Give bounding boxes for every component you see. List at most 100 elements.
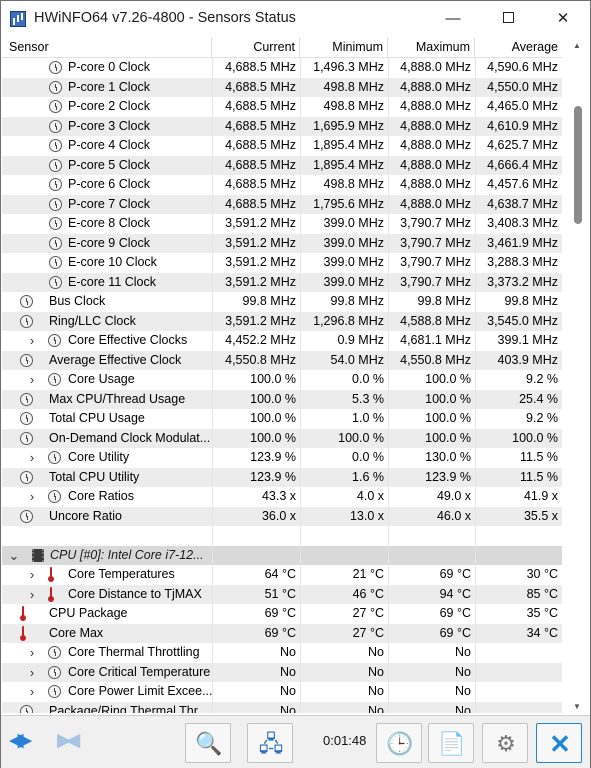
column-header-maximum[interactable]: Maximum <box>388 38 475 58</box>
expand-chevron-icon[interactable]: › <box>26 663 38 683</box>
average-value-cell: 4,638.7 MHz <box>475 194 562 214</box>
maximum-value-cell: 46.0 x <box>388 506 475 526</box>
maximize-button[interactable] <box>485 1 531 37</box>
clock-icon <box>49 139 62 152</box>
sensor-row[interactable]: P-core 0 Clock 4,688.5 MHz 1,496.3 MHz 4,88… <box>2 58 562 78</box>
sensor-row[interactable]: › Core Temperatures 64 °C 21 °C 69 °C 30 °C <box>2 565 562 585</box>
expand-chevron-icon[interactable]: › <box>26 643 38 663</box>
sensor-label: Core Distance to TjMAX <box>68 586 202 601</box>
column-header-average[interactable]: Average <box>475 38 562 58</box>
collapse-columns-icon[interactable]: ▶◀ <box>57 730 80 752</box>
average-value-cell: 4,625.7 MHz <box>475 136 562 156</box>
clock-icon <box>20 704 33 713</box>
sensor-name-cell: Core Max <box>2 624 212 644</box>
sensor-row[interactable]: Uncore Ratio 36.0 x 13.0 x 46.0 x 35.5 x <box>2 506 562 526</box>
sensor-label: P-core 1 Clock <box>68 79 150 94</box>
column-header-sensor[interactable]: Sensor <box>2 38 212 58</box>
sensor-row[interactable]: Bus Clock 99.8 MHz 99.8 MHz 99.8 MHz 99.8 MH… <box>2 292 562 312</box>
sensor-row[interactable]: P-core 1 Clock 4,688.5 MHz 498.8 MHz 4,888.… <box>2 77 562 97</box>
sensor-row[interactable]: CPU Package 69 °C 27 °C 69 °C 35 °C <box>2 604 562 624</box>
sensor-group-row[interactable]: ⌄ CPU [#0]: Intel Core i7-12... <box>2 545 562 566</box>
expand-chevron-icon[interactable]: › <box>26 682 38 702</box>
close-icon: ✕ <box>549 729 571 759</box>
scroll-up-arrow-icon[interactable]: ▲ <box>573 41 581 50</box>
maximum-value-cell: No <box>388 701 475 713</box>
sensor-row[interactable]: Max CPU/Thread Usage 100.0 % 5.3 % 100.0 % 2… <box>2 389 562 409</box>
clock-icon <box>49 100 62 113</box>
minimize-button[interactable]: — <box>430 1 476 37</box>
sensor-row[interactable]: P-core 6 Clock 4,688.5 MHz 498.8 MHz 4,888.… <box>2 175 562 195</box>
sensor-row[interactable]: › Core Utility 123.9 % 0.0 % 130.0 % 11.5 % <box>2 448 562 468</box>
sensor-name-cell: Total CPU Usage <box>2 409 212 429</box>
sensor-label: Ring/LLC Clock <box>49 313 136 328</box>
sensor-row[interactable]: P-core 4 Clock 4,688.5 MHz 1,895.4 MHz 4,88… <box>2 136 562 156</box>
sensor-monitor-button[interactable]: 🔍 <box>185 723 231 763</box>
maximum-value-cell: 4,550.8 MHz <box>388 350 475 370</box>
sensor-row[interactable]: › Core Distance to TjMAX 51 °C 46 °C 94 °C 85… <box>2 584 562 605</box>
sensor-row[interactable]: › Core Critical Temperature No No No <box>2 662 562 683</box>
settings-button[interactable]: ⚙ <box>482 723 528 763</box>
vertical-scrollbar[interactable]: ▲ ▼ <box>566 38 590 714</box>
close-window-button[interactable]: ✕ <box>540 1 586 37</box>
minimum-value-cell: 1.6 % <box>300 467 388 487</box>
sensor-row[interactable]: P-core 3 Clock 4,688.5 MHz 1,695.9 MHz 4,88… <box>2 116 562 136</box>
expand-chevron-icon[interactable]: › <box>26 565 38 585</box>
sensor-row[interactable]: Total CPU Utility 123.9 % 1.6 % 123.9 % 11.5… <box>2 467 562 488</box>
sensor-row[interactable]: E-core 8 Clock 3,591.2 MHz 399.0 MHz 3,790.… <box>2 214 562 234</box>
collapse-chevron-icon[interactable]: ⌄ <box>8 546 20 566</box>
minimum-value-cell: 21 °C <box>300 565 388 585</box>
sensor-row[interactable]: Core Max 69 °C 27 °C 69 °C 34 °C <box>2 623 562 644</box>
scroll-thumb[interactable] <box>574 106 582 224</box>
sensor-row[interactable]: Total CPU Usage 100.0 % 1.0 % 100.0 % 9.2 % <box>2 409 562 429</box>
logging-button[interactable]: 📄 <box>428 723 474 763</box>
scroll-down-arrow-icon[interactable]: ▼ <box>573 702 581 711</box>
sensor-row[interactable]: E-core 9 Clock 3,591.2 MHz 399.0 MHz 3,790.… <box>2 233 562 253</box>
sensor-label: E-core 8 Clock <box>68 216 150 230</box>
sensor-row[interactable]: E-core 11 Clock 3,591.2 MHz 399.0 MHz 3,790… <box>2 272 562 293</box>
sensor-row[interactable]: Ring/LLC Clock 3,591.2 MHz 1,296.8 MHz 4,58… <box>2 311 562 331</box>
sensor-row[interactable]: › Core Power Limit Excee... No No No <box>2 682 562 702</box>
maximum-value-cell: No <box>388 643 475 663</box>
sensor-name-cell: Total CPU Utility <box>2 468 212 488</box>
column-header-minimum[interactable]: Minimum <box>300 38 388 58</box>
clock-icon <box>49 158 62 172</box>
maximum-value-cell: No <box>388 682 475 702</box>
expand-chevron-icon[interactable]: › <box>26 585 38 605</box>
reset-clock-button[interactable]: 🕒 <box>376 723 422 763</box>
sensor-row[interactable]: › Core Thermal Throttling No No No <box>2 643 562 663</box>
close-sensors-button[interactable]: ✕ <box>536 723 582 763</box>
clock-icon <box>49 275 62 289</box>
sensor-row[interactable]: E-core 10 Clock 3,591.2 MHz 399.0 MHz 3,790… <box>2 253 562 273</box>
sensor-name-cell: P-core 7 Clock <box>2 195 212 215</box>
expand-chevron-icon[interactable]: › <box>26 370 38 390</box>
sensor-row[interactable] <box>2 526 562 546</box>
sensor-row[interactable]: On-Demand Clock Modulat... 100.0 % 100.0 %… <box>2 428 562 448</box>
sensor-row[interactable]: P-core 5 Clock 4,688.5 MHz 1,895.4 MHz 4,88… <box>2 155 562 175</box>
title-bar[interactable]: HWiNFO64 v7.26-4800 - Sensors Status — ✕ <box>1 1 590 37</box>
sensor-row[interactable]: Average Effective Clock 4,550.8 MHz 54.0 M… <box>2 350 562 370</box>
clock-icon <box>48 490 61 503</box>
sensor-row[interactable]: › Core Effective Clocks 4,452.2 MHz 0.9 MHz… <box>2 331 562 351</box>
expand-columns-icon[interactable]: ◀▶ <box>9 730 32 752</box>
clock-icon <box>20 392 33 406</box>
sensor-row[interactable]: Package/Ring Thermal Thr... No No No <box>2 701 562 713</box>
column-header-current[interactable]: Current <box>212 38 300 58</box>
current-value-cell: 3,591.2 MHz <box>212 253 300 273</box>
expand-chevron-icon[interactable]: › <box>26 487 38 507</box>
sensor-row[interactable]: P-core 2 Clock 4,688.5 MHz 498.8 MHz 4,888.… <box>2 97 562 117</box>
sensor-row[interactable]: › Core Ratios 43.3 x 4.0 x 49.0 x 41.9 x <box>2 487 562 507</box>
maximum-value-cell: 69 °C <box>388 565 475 585</box>
maximum-value-cell: 100.0 % <box>388 428 475 448</box>
sensor-row[interactable]: › Core Usage 100.0 % 0.0 % 100.0 % 9.2 % <box>2 370 562 390</box>
expand-chevron-icon[interactable]: › <box>26 448 38 468</box>
sensor-label: CPU [#0]: Intel Core i7-12... <box>50 547 204 562</box>
network-button[interactable]: 🖧 <box>247 723 293 763</box>
maximum-value-cell: 99.8 MHz <box>388 292 475 312</box>
sensor-name-cell: P-core 6 Clock <box>2 175 212 195</box>
sensor-name-cell: E-core 11 Clock <box>2 273 212 293</box>
sensor-row[interactable]: P-core 7 Clock 4,688.5 MHz 1,795.6 MHz 4,88… <box>2 194 562 215</box>
expand-chevron-icon[interactable]: › <box>26 331 38 351</box>
average-value-cell <box>475 662 562 682</box>
clock-icon <box>20 470 33 484</box>
average-value-cell: 99.8 MHz <box>475 292 562 312</box>
